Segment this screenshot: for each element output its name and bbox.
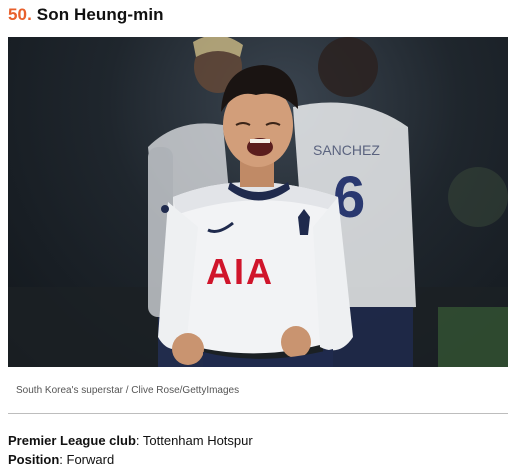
rank-number: 50. xyxy=(8,5,32,24)
club-label: Premier League club xyxy=(8,433,136,448)
shirt-sponsor: AIA xyxy=(206,251,274,292)
club-value: : Tottenham Hotspur xyxy=(135,433,253,448)
photo-caption: South Korea's superstar / Clive Rose/Get… xyxy=(16,385,240,396)
article-heading: 50. Son Heung-min xyxy=(8,5,164,25)
position-line: Position: Forward xyxy=(8,452,114,467)
teammate-shirt-name: SANCHEZ xyxy=(313,142,380,158)
position-value: : Forward xyxy=(59,452,115,467)
player-photo: SANCHEZ 6 AIA xyxy=(8,37,508,367)
player-name: Son Heung-min xyxy=(36,5,164,24)
club-line: Premier League club: Tottenham Hotspur xyxy=(8,433,253,448)
divider xyxy=(8,413,508,414)
position-label: Position xyxy=(8,452,60,467)
photo-illustration: SANCHEZ 6 AIA xyxy=(8,37,508,367)
